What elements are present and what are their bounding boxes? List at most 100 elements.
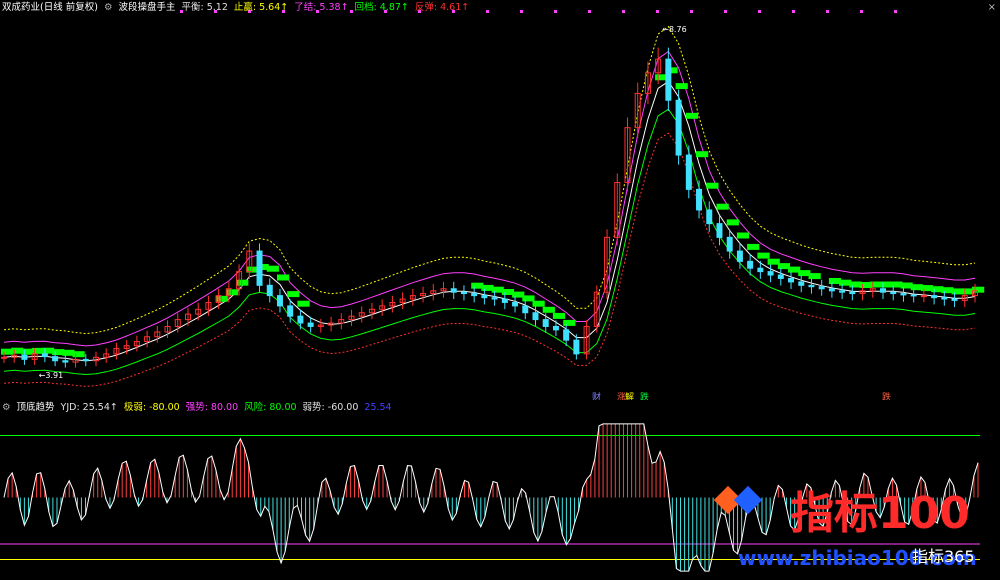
oscillator-line — [3, 423, 979, 572]
candle-body — [62, 360, 69, 363]
balance-block — [297, 300, 310, 307]
candle-body — [675, 99, 682, 156]
stock-name: 双成药业(日线 前复权) — [2, 2, 98, 13]
watermark-logo — [713, 485, 763, 515]
price-chart[interactable]: ←8.76←3.91财 涨解跌跌 — [0, 0, 1000, 400]
candle-body — [839, 290, 846, 293]
candle-body — [880, 288, 887, 293]
signal-label: 跌 — [882, 392, 891, 400]
main-indicator-name[interactable]: 波段操盘手主 — [118, 0, 175, 16]
close-icon[interactable]: × — [988, 0, 996, 16]
candle-body — [21, 354, 28, 360]
balance-block — [696, 151, 709, 158]
candle-body — [910, 294, 917, 297]
candle-body — [512, 301, 519, 307]
balance-block — [225, 289, 239, 296]
candle-body — [726, 236, 733, 252]
candle-body — [307, 322, 314, 327]
low-price-label: ←3.91 — [39, 371, 64, 380]
settings-icon[interactable]: ⚙ — [2, 400, 11, 416]
sub-value-4: 弱势: -60.00 — [302, 402, 359, 413]
balance-block — [236, 279, 249, 286]
candle-body — [266, 284, 273, 297]
stock-chart-window[interactable]: ←8.76 ←3.91 财涨解跌跌 指标100 www.zhibiao100.com 指… — [0, 0, 1000, 580]
balance-block — [675, 83, 688, 90]
candle-body — [491, 297, 498, 300]
candle-body — [931, 295, 938, 299]
balance-block — [72, 351, 85, 358]
balance-block — [716, 203, 729, 210]
candle-body — [563, 329, 570, 341]
balance-block — [726, 219, 739, 226]
candle-body — [450, 288, 457, 293]
signal-dot — [486, 10, 489, 13]
sub-value-3: 风险: 80.00 — [244, 402, 297, 413]
candle-body — [471, 293, 478, 297]
candle-body — [696, 188, 703, 211]
candle-body — [798, 281, 805, 286]
candle-body — [828, 288, 835, 292]
sub-indicator-name[interactable]: 顶底趋势 — [17, 400, 55, 416]
candle-body — [522, 305, 529, 314]
candle-body — [481, 295, 488, 299]
candle-body — [706, 209, 713, 225]
balance-block — [808, 273, 821, 280]
candle-body — [256, 250, 263, 286]
candle-body — [920, 295, 927, 298]
main-indicator-header: 双成药业(日线 前复权) ⚙ 波段操盘手主 平衡: 5.12 止赢: 5.64↑ 了… — [2, 0, 469, 16]
balance-block — [532, 300, 545, 307]
watermark-brand: 指标100 — [790, 488, 970, 539]
sub-value-1: 极弱: -80.00 — [123, 402, 180, 413]
signal-dot — [826, 10, 829, 13]
main-value-4: 反弹: 4.61↑ — [414, 2, 470, 13]
main-value-3: 回档: 4.87↑ — [354, 2, 409, 13]
balance-block — [685, 112, 699, 119]
balance-block — [522, 295, 535, 302]
candle-body — [665, 58, 672, 101]
candle-body — [747, 260, 754, 269]
sub-value-0: YJD: 25.54↑ — [60, 402, 118, 413]
candle-body — [951, 298, 958, 301]
signal-dot — [894, 10, 897, 13]
candle-body — [757, 267, 764, 273]
band-line-2 — [3, 80, 976, 362]
balance-block — [706, 182, 719, 189]
candle-body — [276, 295, 283, 307]
watermark-logo-shape — [713, 485, 743, 515]
balance-block — [277, 274, 290, 281]
balance-block — [542, 306, 555, 313]
sub-value-5: 25.54 — [364, 402, 392, 413]
main-value-2: 了结: 5.38↑ — [294, 2, 349, 13]
candle-body — [890, 291, 897, 295]
candle-body — [460, 291, 467, 295]
balance-block — [215, 295, 228, 302]
band-line-3 — [3, 108, 976, 376]
balance-block — [552, 312, 566, 319]
candle-body — [716, 223, 723, 238]
candle-body — [82, 358, 89, 362]
candle-body — [52, 356, 59, 362]
candle-body — [573, 339, 580, 355]
candle-body — [532, 312, 539, 321]
candle-body — [552, 325, 559, 331]
balance-block — [287, 291, 300, 298]
balance-block — [266, 265, 279, 272]
candle-body — [849, 291, 856, 295]
candle-body — [808, 284, 815, 288]
candle-body — [767, 271, 774, 276]
balance-block — [972, 286, 985, 293]
sub-value-2: 强势: 80.00 — [185, 402, 239, 413]
settings-icon[interactable]: ⚙ — [104, 0, 113, 16]
signal-label: 解 — [625, 391, 634, 400]
main-value-0: 平衡: 5.12 — [181, 2, 228, 13]
signal-dot — [622, 10, 625, 13]
sub-indicator-header: ⚙ 顶底趋势 YJD: 25.54↑ 极弱: -80.00 强势: 80.00 风险:… — [2, 400, 392, 416]
signal-dot — [792, 10, 795, 13]
signal-dot — [758, 10, 761, 13]
watermark-corner: 指标365 — [912, 547, 975, 566]
signal-dot — [588, 10, 591, 13]
candle-body — [297, 315, 304, 324]
candle-body — [1, 356, 7, 359]
band-line-4 — [3, 132, 976, 387]
watermark-logo-shape — [733, 485, 763, 515]
